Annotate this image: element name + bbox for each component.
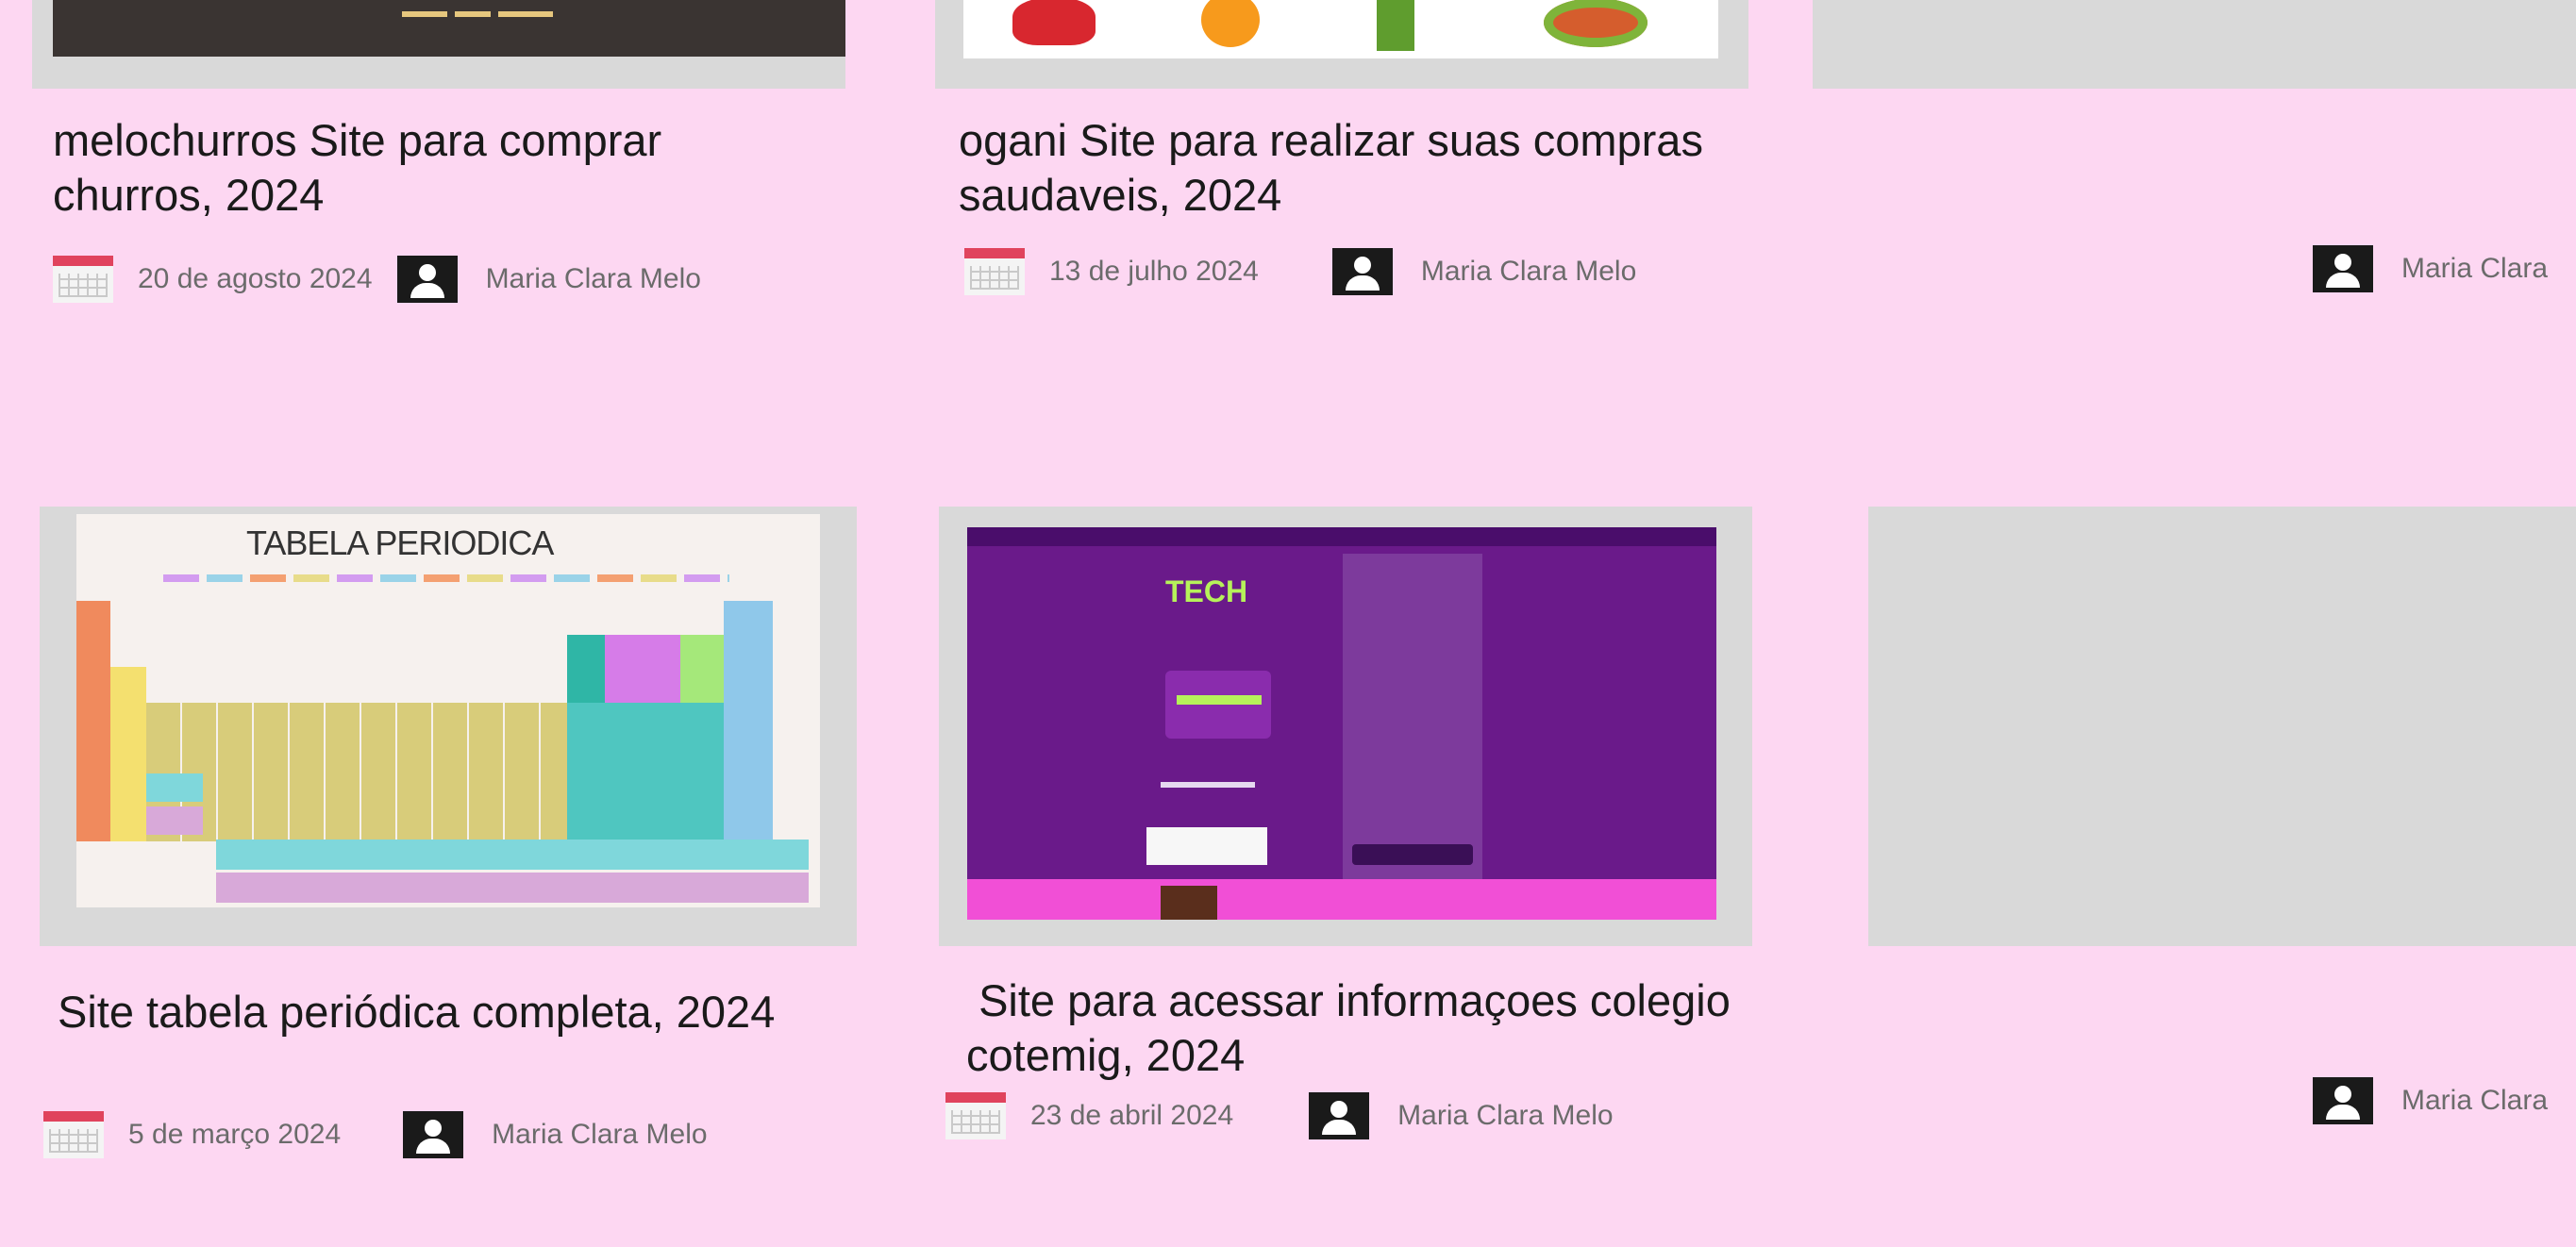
project-author: Maria Clara Melo <box>1420 256 1637 287</box>
project-title[interactable]: Site tabela periódica completa, 2024 <box>58 985 812 1039</box>
oranges-image <box>1201 0 1260 47</box>
project-date: 13 de julho 2024 <box>1049 256 1259 287</box>
cotemig-screenshot: TECH <box>967 527 1716 920</box>
calendar-icon <box>43 1111 104 1158</box>
user-icon <box>403 1111 464 1158</box>
project-date: 20 de agosto 2024 <box>138 263 373 294</box>
project-meta: 20 de agosto 2024 Maria Clara Melo <box>53 256 701 303</box>
project-meta: 13 de julho 2024 Maria Clara Melo <box>964 248 1636 295</box>
project-author: Maria Clara <box>2401 1085 2549 1116</box>
thumbnail-heading: TECH <box>1165 574 1248 608</box>
project-title[interactable]: melochurros Site para comprar churros, 2… <box>53 113 808 223</box>
project-author: Maria Clara Melo <box>492 1119 708 1150</box>
project-title[interactable]: Site para acessar informaçoes colegio co… <box>966 973 1740 1083</box>
calendar-icon <box>964 248 1025 295</box>
project-thumbnail-placeholder[interactable] <box>1868 507 2576 946</box>
ogani-screenshot <box>963 0 1718 58</box>
project-thumbnail-cotemig[interactable]: TECH <box>939 507 1752 946</box>
melochurros-screenshot <box>53 0 845 57</box>
salad-image <box>1544 0 1648 47</box>
user-icon <box>2313 1077 2373 1124</box>
project-title[interactable]: ogani Site para realizar suas compras sa… <box>959 113 1714 223</box>
project-thumbnail-tabela-periodica[interactable]: TABELA PERIODICA <box>40 507 857 946</box>
periodic-table-screenshot: TABELA PERIODICA <box>76 514 820 907</box>
project-date: 23 de abril 2024 <box>1030 1100 1234 1131</box>
project-meta: Maria Clara <box>2313 1077 2548 1124</box>
project-author: Maria Clara <box>2401 253 2549 284</box>
project-thumbnail-placeholder[interactable] <box>1813 0 2576 89</box>
user-icon <box>1309 1092 1370 1139</box>
calendar-icon <box>945 1092 1006 1139</box>
project-meta: 5 de março 2024 Maria Clara Melo <box>43 1111 708 1158</box>
user-icon <box>1331 248 1393 295</box>
project-meta: Maria Clara <box>2313 245 2548 292</box>
project-author: Maria Clara Melo <box>1397 1100 1614 1131</box>
project-date: 5 de março 2024 <box>128 1119 342 1150</box>
project-meta: 23 de abril 2024 Maria Clara Melo <box>945 1092 1614 1139</box>
user-icon <box>2313 245 2373 292</box>
thumbnail-heading: TABELA PERIODICA <box>246 524 554 562</box>
project-thumbnail-melochurros[interactable] <box>32 0 845 89</box>
strawberries-image <box>1012 0 1096 45</box>
user-icon <box>396 256 458 303</box>
calendar-icon <box>53 256 113 303</box>
form-panel <box>1343 554 1482 879</box>
project-author: Maria Clara Melo <box>485 263 701 294</box>
vegetables-pack-image <box>1377 0 1414 51</box>
project-thumbnail-ogani[interactable] <box>935 0 1748 89</box>
